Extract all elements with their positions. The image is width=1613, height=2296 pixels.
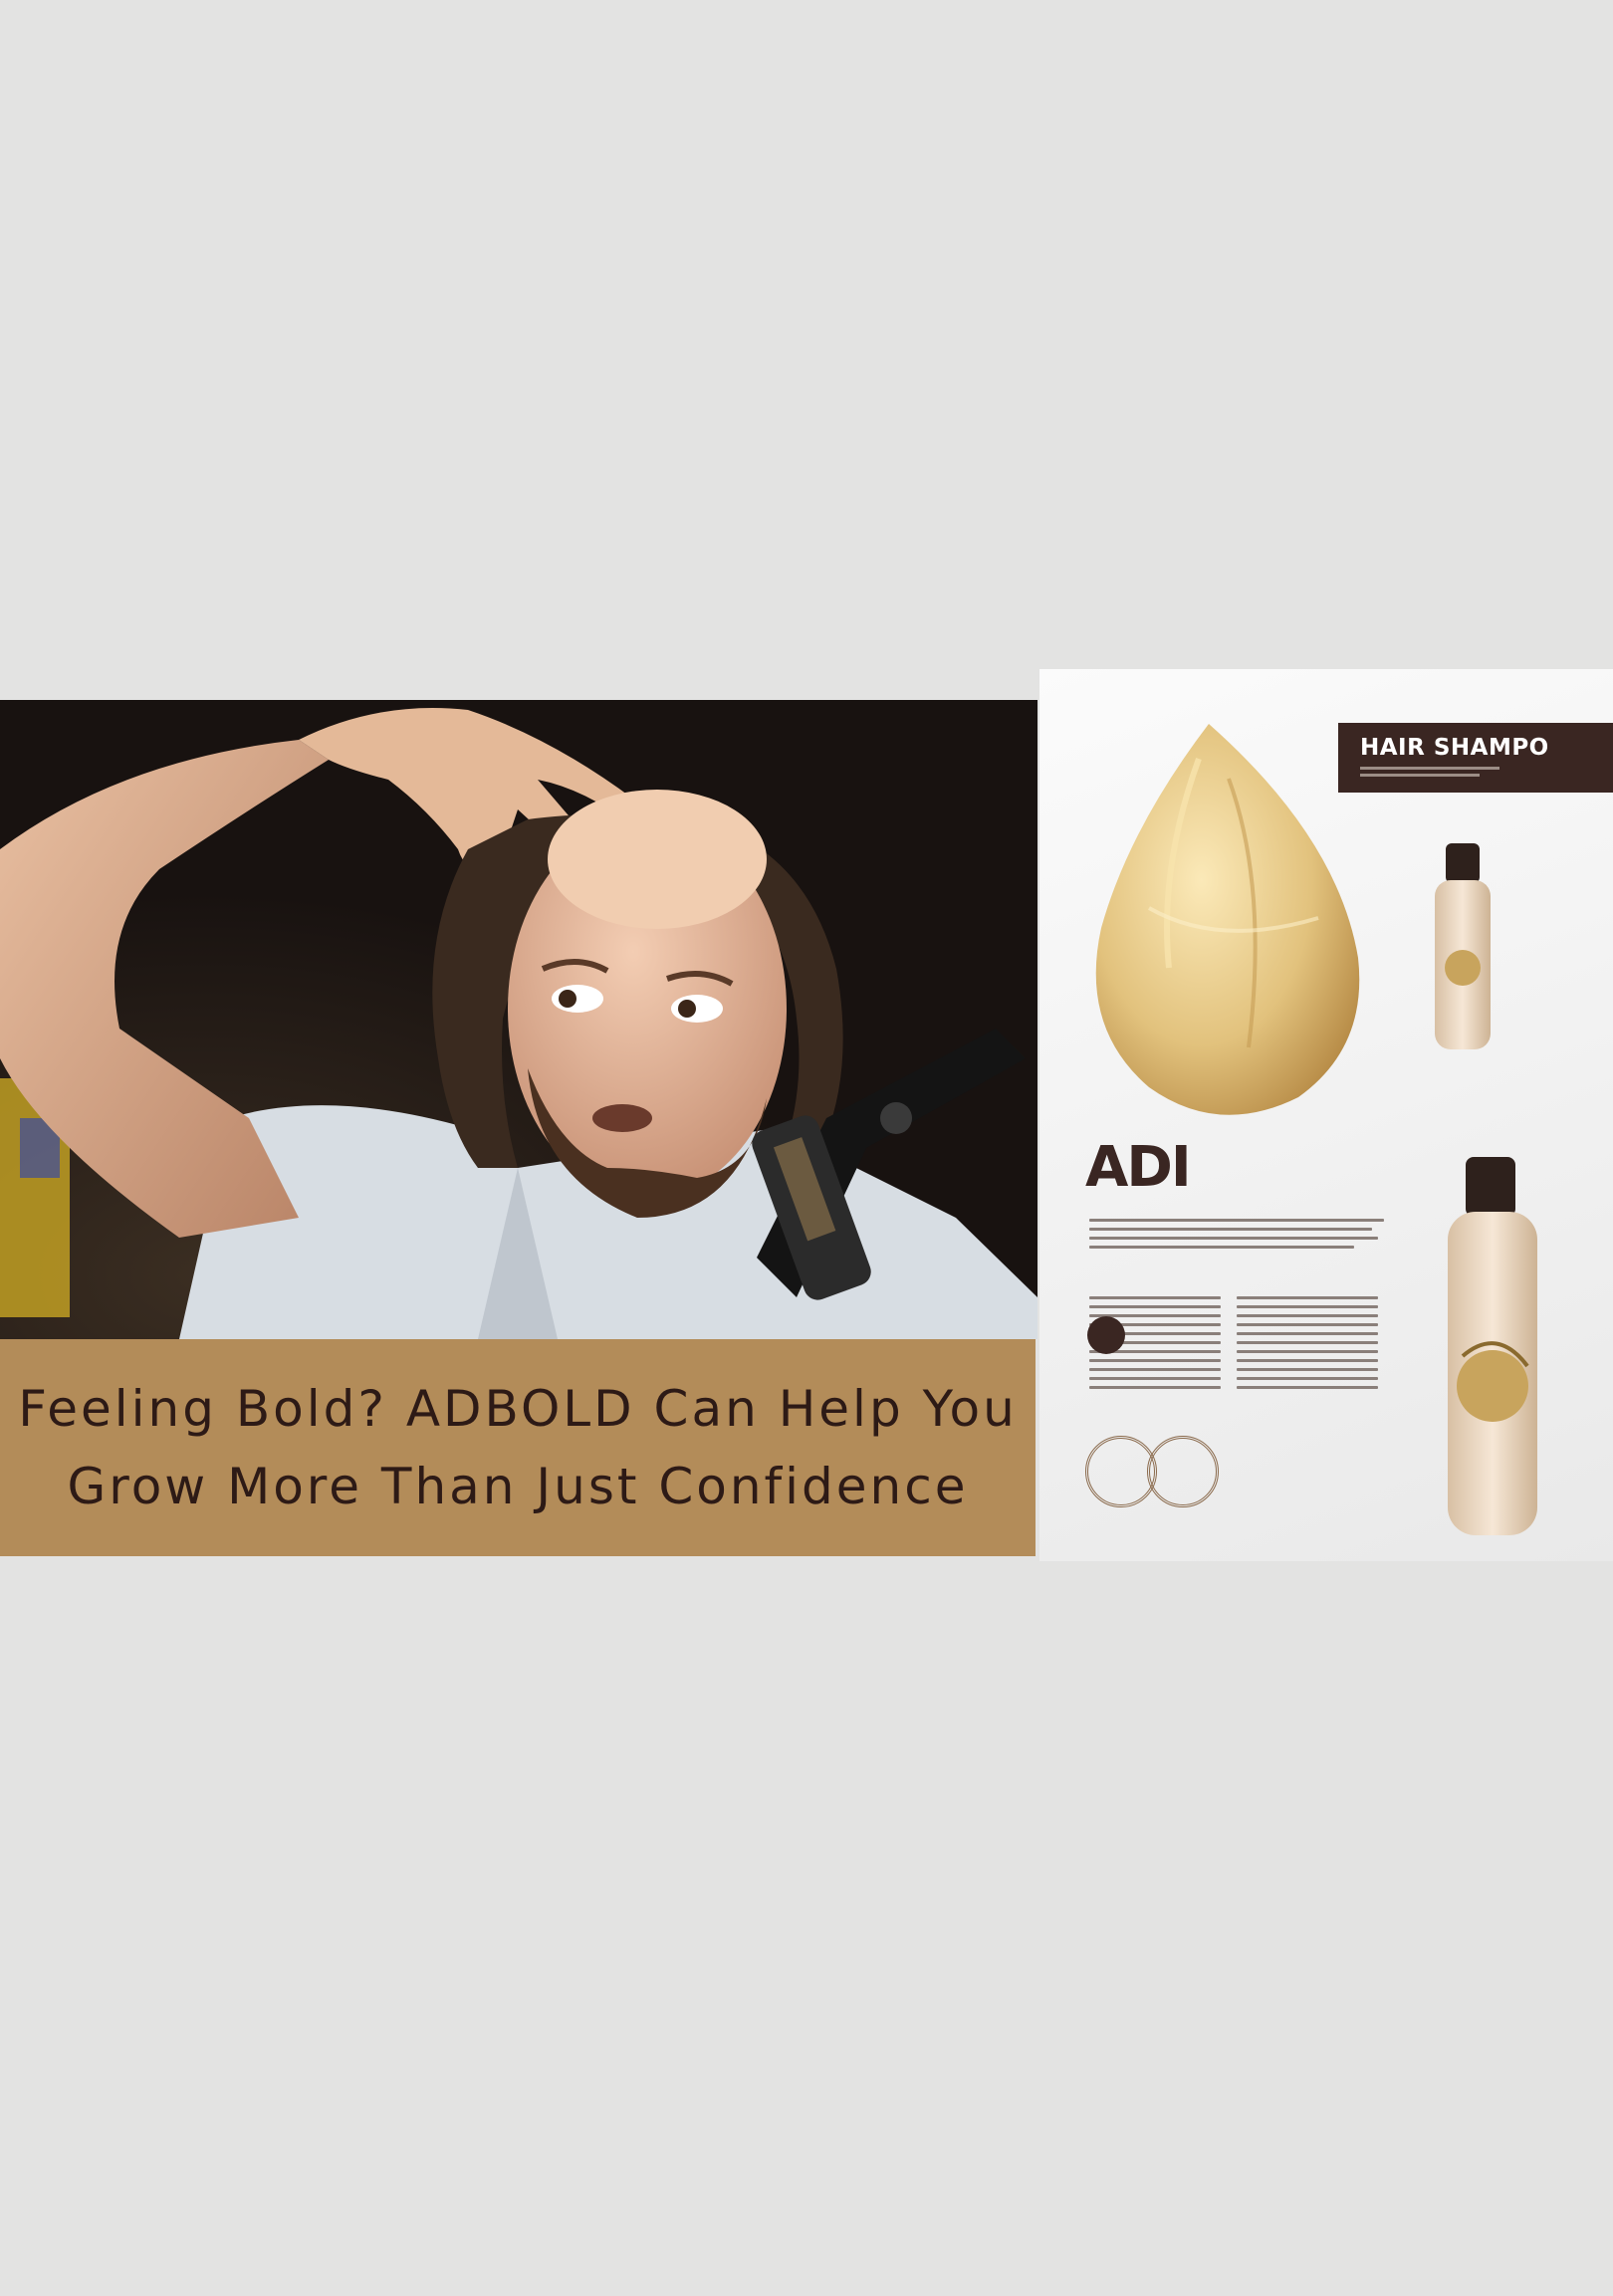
streamer-photo: [0, 700, 1037, 1339]
streamer-illustration: [0, 700, 1037, 1339]
seal-icon: [1147, 1436, 1219, 1507]
ad-header-title: HAIR SHAMPO: [1360, 735, 1549, 761]
ad-header-subtext: [1360, 767, 1499, 777]
ad-header: HAIR SHAMPO: [1338, 723, 1613, 793]
caption-banner: Feeling Bold? ADBOLD Can Help You Grow M…: [0, 1339, 1036, 1556]
caption-line-1: Feeling Bold? ADBOLD Can Help You: [18, 1380, 1018, 1438]
ad-badge-icon: [1087, 1316, 1125, 1354]
ad-column-right: [1237, 1296, 1378, 1395]
shampoo-ad: HAIR SHAMPO ADI: [1039, 669, 1613, 1561]
caption-line-2: Grow More Than Just Confidence: [67, 1458, 969, 1515]
shampoo-ad-artwork: [1095, 724, 1537, 1535]
ad-body-text: [1089, 1219, 1384, 1255]
ad-brand: ADI: [1085, 1135, 1192, 1200]
